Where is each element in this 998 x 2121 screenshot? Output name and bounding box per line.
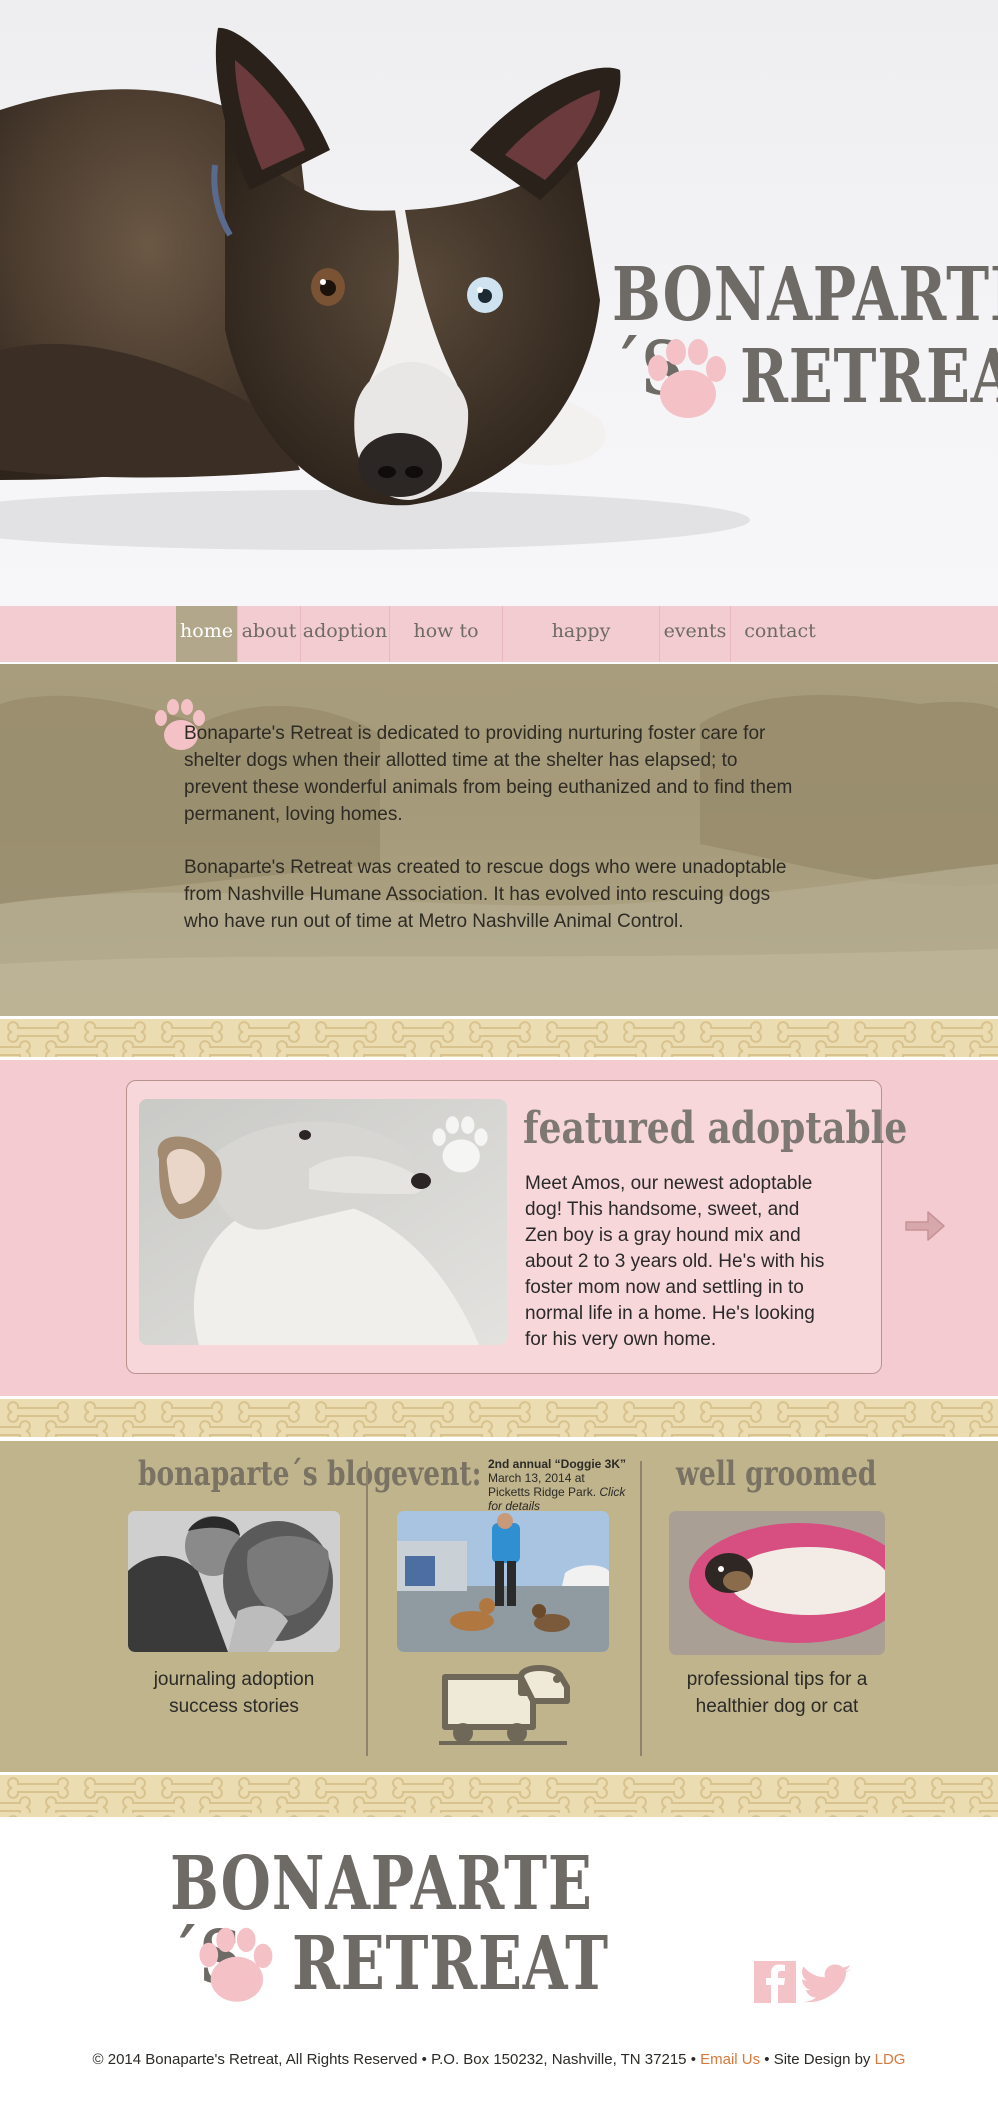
blog-description: journaling adoption success stories — [153, 1669, 315, 1717]
paw-icon — [199, 1927, 273, 2002]
footer-logo[interactable]: BONAPARTE´S RETREAT — [170, 1847, 608, 2007]
bone-pattern — [0, 1399, 998, 1437]
featured-title: featured adoptable — [523, 1103, 908, 1154]
twitter-icon[interactable] — [802, 1963, 854, 2003]
blog-title[interactable]: bonaparte´s blog — [138, 1457, 392, 1491]
groomed-title[interactable]: well groomed — [676, 1457, 876, 1491]
bone-divider — [0, 1772, 998, 1820]
copyright-bar: © 2014 Bonaparte's Retreat, All Rights R… — [0, 2051, 998, 2068]
nav-item-home[interactable]: home — [176, 606, 238, 662]
promos-section: bonaparte´s blog journaling adoption suc… — [0, 1441, 998, 1772]
design-credit-label: Site Design by — [773, 2051, 871, 2068]
bone-divider — [0, 1016, 998, 1060]
mission-paragraph-1: Bonaparte's Retreat is dedicated to prov… — [184, 723, 793, 825]
event-name: 2nd annual “Doggie 3K” — [488, 1457, 627, 1471]
dog-truck-icon — [439, 1665, 570, 1745]
bone-divider — [0, 1396, 998, 1440]
main-nav: home about adoption how to help happy be… — [0, 606, 998, 692]
hero-banner: BONAPARTE´S RETREAT — [0, 0, 998, 606]
groomed-description: professional tips for a healthier dog or… — [686, 1669, 868, 1717]
designer-link[interactable]: LDG — [875, 2051, 906, 2068]
paw-icon — [648, 339, 726, 418]
facebook-glyph — [766, 1964, 785, 2003]
featured-section: featured adoptable Meet Amos, our newest… — [0, 1060, 998, 1396]
bone-pattern — [0, 1775, 998, 1817]
bullet-separator: • — [764, 2051, 774, 2068]
footer: BONAPARTE´S RETREAT © 2014 Bonaparte's R… — [0, 1821, 998, 2121]
groomed-photo[interactable] — [669, 1511, 885, 1655]
nav-item-happy-beginnings[interactable]: happy beginnings — [503, 606, 660, 692]
event-details: March 13, 2014 at Picketts Ridge Park. — [488, 1471, 597, 1499]
address-text: P.O. Box 150232, Nashville, TN 37215 — [431, 2051, 687, 2068]
column-divider — [366, 1461, 368, 1756]
bullet-separator: • — [690, 2051, 701, 2068]
nav-item-contact-us[interactable]: contact us — [731, 606, 829, 692]
facebook-icon[interactable] — [754, 1961, 796, 2003]
arrow-right-icon[interactable] — [904, 1208, 946, 1244]
event-photo[interactable] — [397, 1511, 609, 1652]
blog-photo[interactable] — [128, 1511, 340, 1652]
event-info[interactable]: 2nd annual “Doggie 3K” March 13, 2014 at… — [488, 1457, 628, 1513]
nav-item-how-to-help[interactable]: how to help — [390, 606, 503, 692]
nav-item-events[interactable]: events — [660, 606, 731, 662]
bullet-separator: • — [421, 2051, 432, 2068]
event-title[interactable]: event: — [391, 1457, 481, 1491]
bone-pattern — [0, 1019, 998, 1057]
featured-card[interactable]: featured adoptable Meet Amos, our newest… — [126, 1080, 907, 1374]
copyright-text: © 2014 Bonaparte's Retreat, All Rights R… — [92, 2051, 418, 2068]
featured-description: Meet Amos, our newest adoptable dog! Thi… — [525, 1173, 825, 1350]
email-link[interactable]: Email Us — [700, 2051, 760, 2068]
nav-item-adoption[interactable]: adoption — [301, 606, 390, 662]
hero-logo-line2: RETREAT — [740, 334, 998, 420]
hero-logo[interactable]: BONAPARTE´S RETREAT — [612, 258, 998, 418]
nav-item-about[interactable]: about — [238, 606, 301, 662]
mission-paragraph-2: Bonaparte's Retreat was created to rescu… — [184, 857, 787, 932]
footer-logo-line2: RETREAT — [292, 1921, 609, 2007]
column-divider — [640, 1461, 642, 1756]
paw-icon — [432, 1116, 488, 1173]
mission-section: Bonaparte's Retreat is dedicated to prov… — [0, 664, 998, 1016]
